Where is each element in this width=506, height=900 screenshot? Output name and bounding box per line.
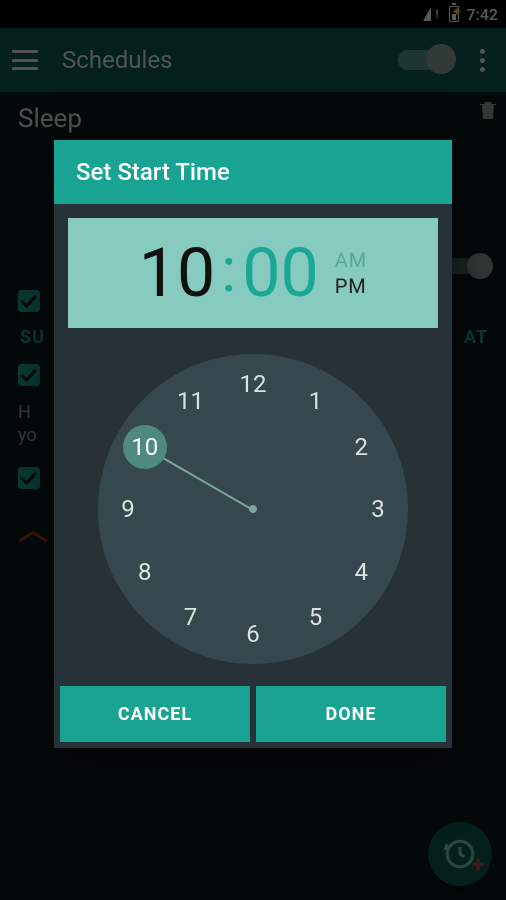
clock-hour-9[interactable]: 9 — [106, 487, 150, 531]
clock-hour-10[interactable]: 10 — [123, 425, 167, 469]
clock-hour-7[interactable]: 7 — [169, 595, 213, 639]
clock-hour-12[interactable]: 12 — [231, 362, 275, 406]
time-colon: : — [221, 234, 236, 307]
clock-hour-3[interactable]: 3 — [356, 487, 400, 531]
time-picker-dialog: Set Start Time 10 : 00 AM PM 12 12 3 45678 9… — [54, 140, 452, 748]
clock-hour-8[interactable]: 8 — [123, 550, 167, 594]
analog-clock[interactable]: 12 12 3 45678 9 1011 — [98, 354, 408, 664]
clock-hour-5[interactable]: 5 — [294, 595, 338, 639]
done-button[interactable]: DONE — [256, 686, 446, 742]
clock-hand — [153, 452, 254, 511]
time-hour[interactable]: 10 — [139, 239, 215, 307]
time-minute[interactable]: 00 — [242, 239, 318, 307]
clock-hour-6[interactable]: 6 — [231, 612, 275, 656]
clock-hour-2[interactable]: 2 — [339, 425, 383, 469]
cancel-button[interactable]: CANCEL — [60, 686, 250, 742]
clock-center — [249, 505, 257, 513]
am-toggle[interactable]: AM — [335, 248, 368, 272]
clock-hour-11[interactable]: 11 — [169, 379, 213, 423]
time-display: 10 : 00 AM PM — [68, 218, 438, 328]
clock-hour-1[interactable]: 1 — [294, 379, 338, 423]
dialog-title: Set Start Time — [54, 140, 452, 204]
clock-hour-4[interactable]: 4 — [339, 550, 383, 594]
pm-toggle[interactable]: PM — [335, 274, 368, 298]
